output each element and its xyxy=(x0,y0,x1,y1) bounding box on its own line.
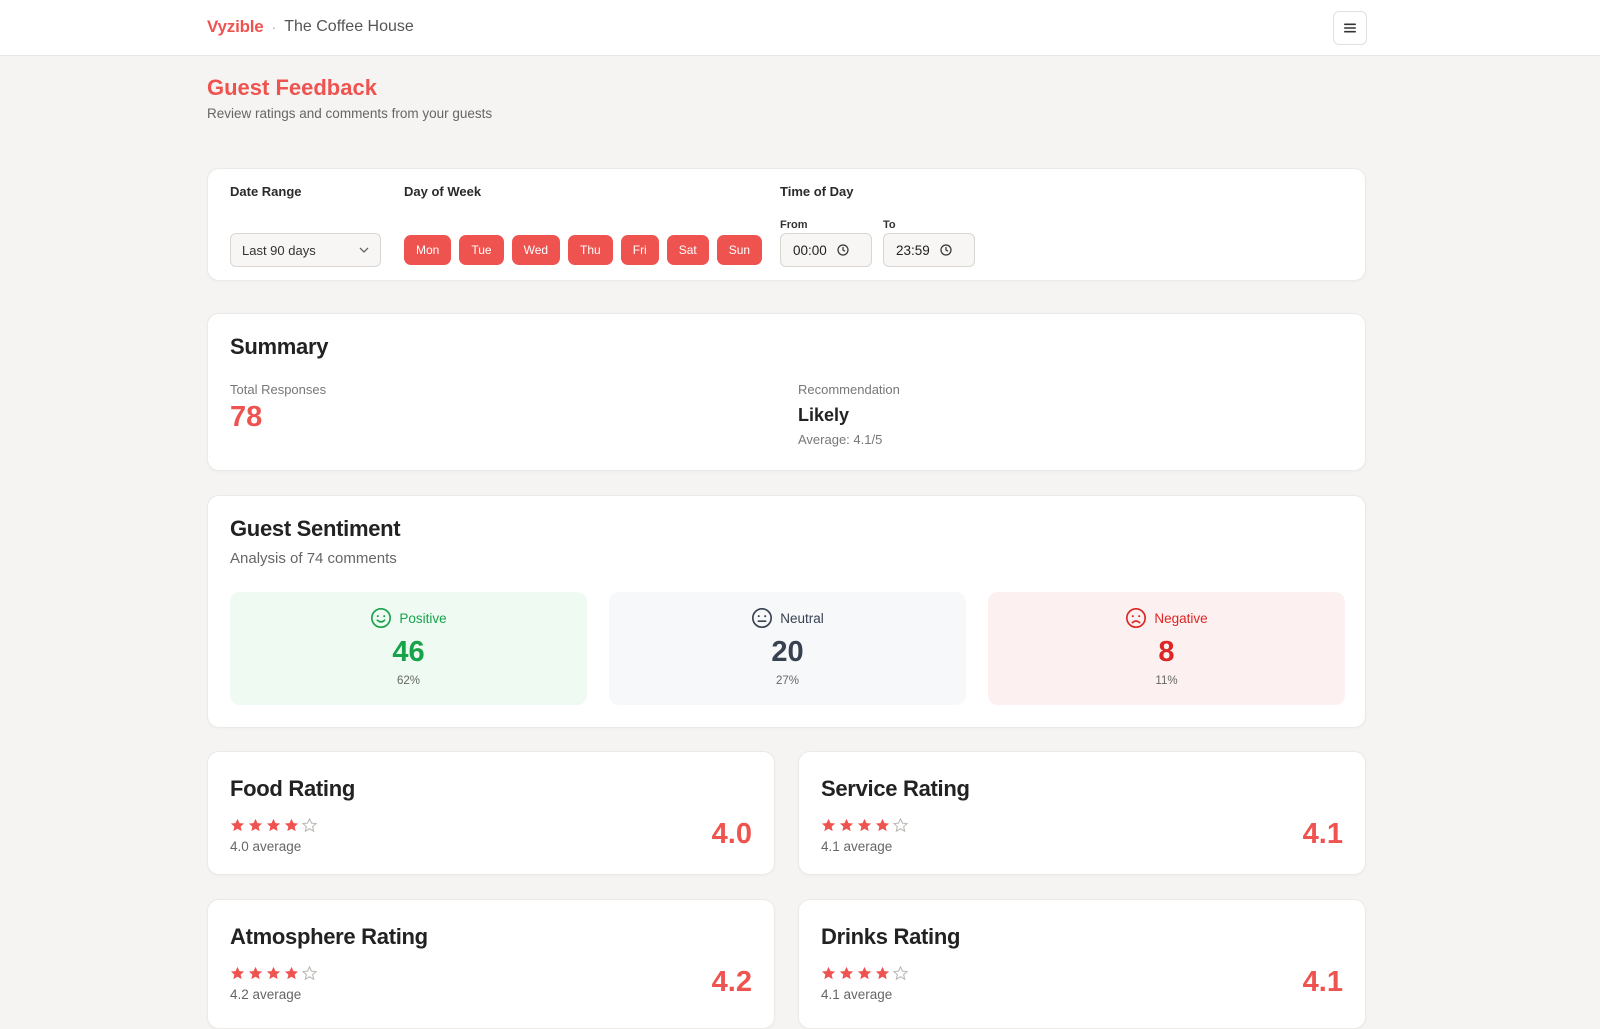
sentiment-subtitle: Analysis of 74 comments xyxy=(230,550,397,567)
star-rating xyxy=(821,818,908,832)
star-filled-icon xyxy=(284,818,299,832)
guest-sentiment-card: Guest Sentiment Analysis of 74 comments … xyxy=(207,495,1366,728)
day-toggle-fri[interactable]: Fri xyxy=(620,235,659,265)
menu-button[interactable] xyxy=(1333,11,1367,45)
service-rating-card: Service Rating 4.1 average 4.1 xyxy=(798,751,1366,875)
rating-value: 4.1 xyxy=(1302,818,1343,850)
brand: Vyzible · The Coffee House xyxy=(207,17,414,37)
rating-value: 4.2 xyxy=(711,966,752,998)
neutral-percent: 27% xyxy=(775,675,800,687)
positive-percent: 62% xyxy=(396,675,421,687)
star-filled-icon xyxy=(821,818,836,832)
star-filled-icon xyxy=(839,818,854,832)
summary-title: Summary xyxy=(230,334,329,359)
from-time-input[interactable]: 00:00 xyxy=(780,233,872,267)
star-filled-icon xyxy=(266,966,281,980)
recommendation-average: Average: 4.1/5 xyxy=(798,432,883,447)
star-filled-icon xyxy=(857,818,872,832)
to-time-value: 23:59 xyxy=(896,242,930,258)
star-rating xyxy=(230,818,317,832)
day-toggle-tue[interactable]: Tue xyxy=(459,235,504,265)
star-filled-icon xyxy=(875,818,890,832)
day-toggle-thu[interactable]: Thu xyxy=(568,235,613,265)
date-range-label: Date Range xyxy=(230,184,302,199)
star-filled-icon xyxy=(248,818,263,832)
day-toggle-sat[interactable]: Sat xyxy=(666,235,709,265)
food-rating-card: Food Rating 4.0 average 4.0 xyxy=(207,751,775,875)
neutral-face-icon xyxy=(752,608,773,628)
smile-icon xyxy=(371,608,392,628)
day-toggle-mon[interactable]: Mon xyxy=(404,235,452,265)
day-of-week-label: Day of Week xyxy=(404,184,482,199)
rating-average-text: 4.0 average xyxy=(230,839,302,854)
date-range-select[interactable]: Last 90 days xyxy=(230,233,381,267)
rating-title: Food Rating xyxy=(230,776,356,801)
day-of-week-group: Mon Tue Wed Thu Fri Sat Sun xyxy=(404,235,763,265)
negative-percent: 11% xyxy=(1155,675,1178,687)
venue-name: The Coffee House xyxy=(284,18,414,35)
sentiment-negative-box: Negative 8 11% xyxy=(988,592,1345,705)
total-responses-label: Total Responses xyxy=(230,382,327,397)
rating-average-text: 4.1 average xyxy=(821,839,893,854)
negative-label: Negative xyxy=(1154,610,1208,626)
brand-logo[interactable]: Vyzible xyxy=(207,17,264,37)
rating-value: 4.1 xyxy=(1302,966,1343,998)
atmosphere-rating-card: Atmosphere Rating 4.2 average 4.2 xyxy=(207,899,775,1029)
from-time-value: 00:00 xyxy=(793,242,827,258)
star-filled-icon xyxy=(857,966,872,980)
star-filled-icon xyxy=(821,966,836,980)
brand-separator: · xyxy=(271,19,277,35)
rating-value: 4.0 xyxy=(711,818,752,850)
total-responses-value: 78 xyxy=(230,401,263,433)
day-toggle-wed[interactable]: Wed xyxy=(511,235,561,265)
star-empty-icon xyxy=(893,818,908,832)
star-empty-icon xyxy=(302,818,317,832)
rating-title: Atmosphere Rating xyxy=(230,924,428,949)
clock-icon xyxy=(837,244,849,256)
sentiment-neutral-box: Neutral 20 27% xyxy=(609,592,966,705)
frown-icon xyxy=(1126,608,1147,628)
star-empty-icon xyxy=(302,966,317,980)
page-subtitle: Review ratings and comments from your gu… xyxy=(207,106,493,121)
time-of-day-label: Time of Day xyxy=(780,184,854,199)
clock-icon xyxy=(940,244,952,256)
recommendation-label: Recommendation xyxy=(798,382,900,397)
chevron-down-icon xyxy=(359,247,369,253)
neutral-count: 20 xyxy=(771,636,804,668)
rating-title: Drinks Rating xyxy=(821,924,961,949)
drinks-rating-card: Drinks Rating 4.1 average 4.1 xyxy=(798,899,1366,1029)
positive-label: Positive xyxy=(399,610,447,626)
star-filled-icon xyxy=(230,966,245,980)
date-range-value: Last 90 days xyxy=(242,242,316,258)
rating-title: Service Rating xyxy=(821,776,970,801)
sentiment-title: Guest Sentiment xyxy=(230,516,401,541)
page-title: Guest Feedback xyxy=(207,75,377,100)
top-bar: Vyzible · The Coffee House xyxy=(0,0,1600,56)
to-time-input[interactable]: 23:59 xyxy=(883,233,975,267)
positive-count: 46 xyxy=(392,636,425,668)
to-label: To xyxy=(883,219,896,231)
filters-card: Date Range Last 90 days Day of Week Mon … xyxy=(207,168,1366,281)
sentiment-positive-box: Positive 46 62% xyxy=(230,592,587,705)
day-toggle-sun[interactable]: Sun xyxy=(716,235,763,265)
summary-card: Summary Total Responses 78 Recommendatio… xyxy=(207,313,1366,471)
recommendation-value: Likely xyxy=(798,405,850,425)
star-filled-icon xyxy=(266,818,281,832)
star-empty-icon xyxy=(893,966,908,980)
star-filled-icon xyxy=(875,966,890,980)
star-filled-icon xyxy=(284,966,299,980)
star-filled-icon xyxy=(839,966,854,980)
star-rating xyxy=(821,966,908,980)
neutral-label: Neutral xyxy=(780,610,824,626)
star-filled-icon xyxy=(230,818,245,832)
star-filled-icon xyxy=(248,966,263,980)
hamburger-menu-icon xyxy=(1344,23,1356,33)
negative-count: 8 xyxy=(1158,636,1175,668)
from-label: From xyxy=(780,219,808,231)
star-rating xyxy=(230,966,317,980)
